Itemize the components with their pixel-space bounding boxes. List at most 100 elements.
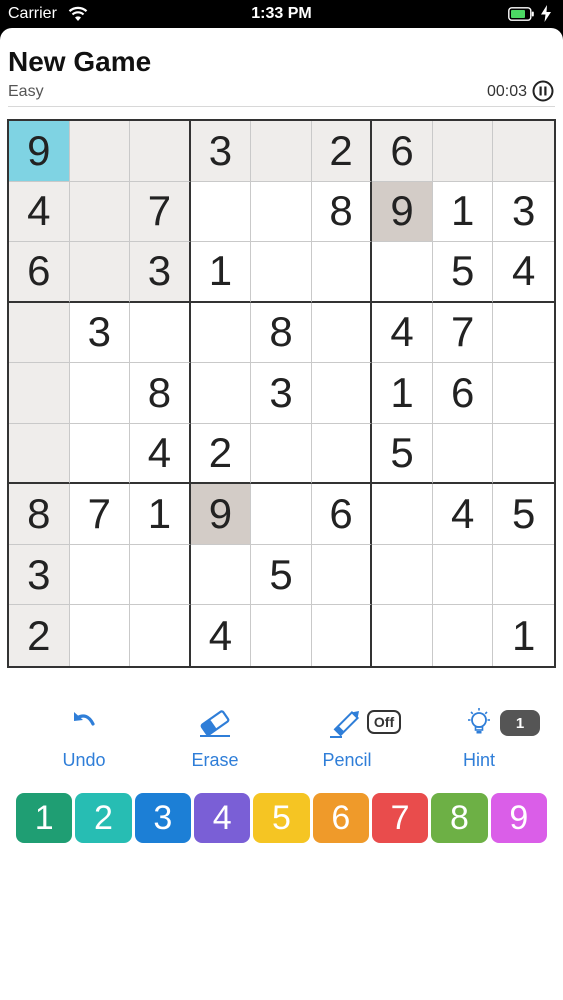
board-cell-r3c8[interactable]: 5 [432,242,494,303]
board-cell-r5c2[interactable] [69,363,131,424]
board-cell-r1c8[interactable] [432,121,494,182]
board-cell-r1c6[interactable]: 2 [311,121,373,182]
board-cell-r3c2[interactable] [69,242,131,303]
board-cell-r6c8[interactable] [432,423,494,485]
board-cell-r1c1[interactable]: 9 [9,121,70,182]
board-cell-r4c7[interactable]: 4 [372,302,433,364]
board-cell-r1c4[interactable]: 3 [190,121,252,182]
board-cell-r7c8[interactable]: 4 [432,484,494,545]
board-cell-r2c4[interactable] [190,181,252,243]
board-cell-r9c2[interactable] [70,605,131,666]
number-key-6[interactable]: 6 [312,793,369,843]
board-cell-r7c4[interactable]: 9 [190,484,252,545]
board-cell-r2c1[interactable]: 4 [9,181,70,243]
board-cell-r3c5[interactable] [251,242,312,303]
board-cell-r3c1[interactable]: 6 [9,242,70,303]
board-cell-r1c3[interactable] [130,121,191,182]
board-cell-r6c3[interactable]: 4 [130,423,191,485]
board-cell-r5c5[interactable]: 3 [251,363,312,424]
board-cell-r9c3[interactable] [130,605,191,666]
board-cell-r2c3[interactable]: 7 [130,181,191,243]
pencil-status-badge: Off [367,710,401,734]
board-cell-r7c3[interactable]: 1 [130,484,191,545]
number-key-1[interactable]: 1 [16,793,73,843]
sudoku-board: 93264789136315438478316425871964535241 [7,119,556,668]
board-cell-r4c1[interactable] [9,302,70,364]
board-cell-r9c9[interactable]: 1 [493,605,554,666]
board-cell-r1c5[interactable] [251,121,312,182]
board-cell-r8c6[interactable] [311,544,373,606]
board-cell-r9c8[interactable] [433,605,494,666]
undo-button[interactable]: Undo [24,700,144,776]
board-cell-r1c7[interactable]: 6 [372,121,433,182]
board-cell-r8c3[interactable] [130,544,191,606]
board-cell-r5c9[interactable] [493,363,554,424]
board-cell-r4c4[interactable] [190,302,252,364]
board-cell-r6c7[interactable]: 5 [372,423,433,485]
board-cell-r5c6[interactable] [311,363,373,424]
board-cell-r9c4[interactable]: 4 [191,605,252,666]
number-key-5[interactable]: 5 [253,793,310,843]
board-cell-r5c8[interactable]: 6 [432,363,494,424]
board-cell-r5c1[interactable] [9,363,70,424]
board-cell-r8c1[interactable]: 3 [9,544,70,606]
pause-icon[interactable] [532,80,554,102]
board-cell-r2c9[interactable]: 3 [493,182,554,243]
board-cell-r2c5[interactable] [251,181,312,243]
board-cell-r9c1[interactable]: 2 [9,605,70,666]
board-cell-r8c8[interactable] [432,544,494,606]
number-key-8[interactable]: 8 [431,793,488,843]
board-cell-r5c7[interactable]: 1 [372,363,433,424]
board-cell-r7c1[interactable]: 8 [9,484,70,545]
board-cell-r4c2[interactable]: 3 [69,302,131,364]
lightbulb-icon [468,708,490,734]
board-cell-r7c7[interactable] [372,484,433,545]
board-cell-r4c9[interactable] [493,303,554,364]
board-cell-r9c5[interactable] [251,605,312,666]
board-cell-r4c3[interactable] [130,302,191,364]
board-cell-r3c3[interactable]: 3 [130,242,191,303]
board-cell-r6c1[interactable] [9,423,70,485]
board-cell-r7c6[interactable]: 6 [311,484,373,545]
board-cell-r7c2[interactable]: 7 [69,484,131,545]
battery-icon [508,7,534,21]
board-cell-r1c9[interactable] [493,121,554,182]
board-cell-r4c8[interactable]: 7 [432,302,494,364]
board-cell-r2c8[interactable]: 1 [432,181,494,243]
number-key-7[interactable]: 7 [371,793,429,843]
board-cell-r2c6[interactable]: 8 [311,181,373,243]
board-cell-r6c6[interactable] [311,423,373,485]
board-cell-r3c7[interactable] [372,242,433,303]
board-cell-r3c9[interactable]: 4 [493,242,554,303]
board-cell-r7c9[interactable]: 5 [493,484,554,545]
board-cell-r6c5[interactable] [251,423,312,485]
number-key-3[interactable]: 3 [134,793,191,843]
erase-label: Erase [191,750,239,770]
board-cell-r8c7[interactable] [372,544,433,606]
number-key-4[interactable]: 4 [193,793,251,843]
board-cell-r3c4[interactable]: 1 [190,242,252,303]
number-key-2[interactable]: 2 [75,793,132,843]
board-cell-r4c6[interactable] [311,302,373,364]
board-cell-r9c7[interactable] [372,605,433,666]
board-cell-r7c5[interactable] [251,484,312,545]
board-cell-r8c5[interactable]: 5 [251,544,312,606]
board-cell-r8c4[interactable] [190,544,252,606]
header-divider [8,106,555,107]
board-cell-r8c9[interactable] [493,545,554,606]
board-cell-r5c4[interactable] [190,363,252,424]
board-cell-r8c2[interactable] [69,544,131,606]
erase-button[interactable]: Erase [155,700,275,776]
board-cell-r1c2[interactable] [69,121,131,182]
board-cell-r2c7[interactable]: 9 [372,181,433,243]
board-cell-r9c6[interactable] [312,605,373,666]
board-cell-r6c9[interactable] [493,424,554,485]
board-cell-r2c2[interactable] [69,181,131,243]
board-cell-r6c4[interactable]: 2 [190,423,252,485]
eraser-icon [200,710,230,737]
board-cell-r3c6[interactable] [311,242,373,303]
number-key-9[interactable]: 9 [490,793,547,843]
board-cell-r6c2[interactable] [69,423,131,485]
board-cell-r5c3[interactable]: 8 [130,363,191,424]
board-cell-r4c5[interactable]: 8 [251,302,312,364]
